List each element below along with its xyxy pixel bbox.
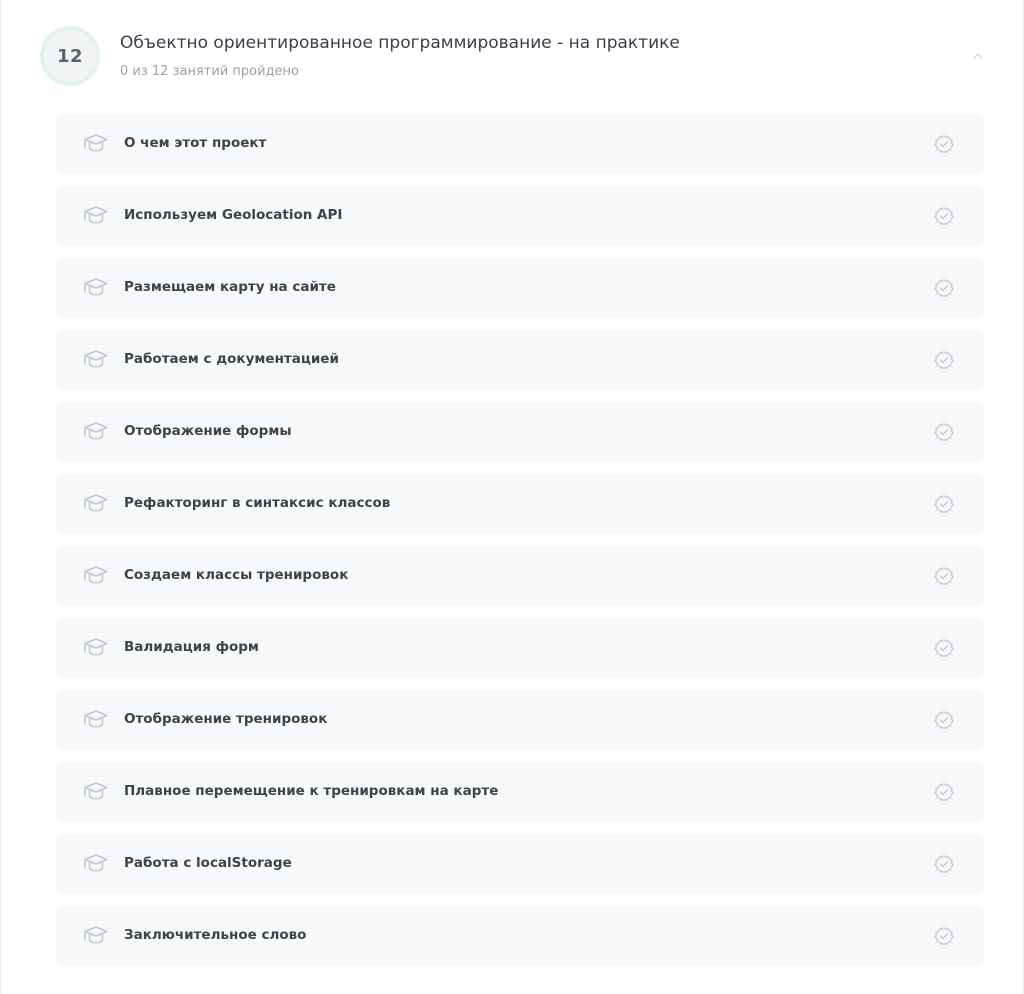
lesson-title: Используем Geolocation API xyxy=(124,207,343,223)
lesson-item[interactable]: Плавное перемещение к тренировкам на кар… xyxy=(56,762,984,822)
lesson-item[interactable]: Создаем классы тренировок xyxy=(56,546,984,606)
badge-check-icon xyxy=(934,206,954,226)
lesson-item[interactable]: Рефакторинг в синтаксис классов xyxy=(56,474,984,534)
lesson-title: Заключительное слово xyxy=(124,927,307,943)
lesson-title: Плавное перемещение к тренировкам на кар… xyxy=(124,783,499,799)
badge-check-icon xyxy=(934,782,954,802)
graduation-cap-icon xyxy=(84,206,108,224)
lesson-title: Отображение тренировок xyxy=(124,711,328,727)
lesson-list: О чем этот проект Используем Geolocation… xyxy=(56,114,984,978)
badge-check-icon xyxy=(934,854,954,874)
lesson-title: О чем этот проект xyxy=(124,135,267,151)
lesson-item[interactable]: О чем этот проект xyxy=(56,114,984,174)
lesson-item[interactable]: Размещаем карту на сайте xyxy=(56,258,984,318)
chevron-up-icon xyxy=(973,53,983,59)
module-title: Объектно ориентированное программировани… xyxy=(120,33,680,53)
lesson-item[interactable]: Отображение тренировок xyxy=(56,690,984,750)
badge-check-icon xyxy=(934,422,954,442)
lesson-item[interactable]: Отображение формы xyxy=(56,402,984,462)
lesson-item[interactable]: Заключительное слово xyxy=(56,906,984,966)
lesson-item[interactable]: Работаем с документацией xyxy=(56,330,984,390)
badge-check-icon xyxy=(934,566,954,586)
lesson-title: Отображение формы xyxy=(124,423,292,439)
course-module: 12 Объектно ориентированное программиров… xyxy=(0,0,1024,994)
graduation-cap-icon xyxy=(84,134,108,152)
lesson-count: 12 xyxy=(56,45,84,67)
badge-check-icon xyxy=(934,134,954,154)
graduation-cap-icon xyxy=(84,926,108,944)
lesson-title: Размещаем карту на сайте xyxy=(124,279,336,295)
lesson-item[interactable]: Работа с localStorage xyxy=(56,834,984,894)
graduation-cap-icon xyxy=(84,566,108,584)
lesson-title: Валидация форм xyxy=(124,639,259,655)
badge-check-icon xyxy=(934,638,954,658)
lesson-title: Работа с localStorage xyxy=(124,855,292,871)
module-progress: 0 из 12 занятий пройдено xyxy=(120,64,299,79)
graduation-cap-icon xyxy=(84,494,108,512)
collapse-toggle-button[interactable] xyxy=(967,45,989,67)
lesson-count-badge: 12 xyxy=(40,26,100,86)
graduation-cap-icon xyxy=(84,350,108,368)
graduation-cap-icon xyxy=(84,638,108,656)
graduation-cap-icon xyxy=(84,782,108,800)
module-header[interactable]: 12 Объектно ориентированное программиров… xyxy=(1,0,1023,114)
badge-check-icon xyxy=(934,710,954,730)
lesson-title: Создаем классы тренировок xyxy=(124,567,349,583)
lesson-item[interactable]: Валидация форм xyxy=(56,618,984,678)
lesson-item[interactable]: Используем Geolocation API xyxy=(56,186,984,246)
badge-check-icon xyxy=(934,350,954,370)
graduation-cap-icon xyxy=(84,278,108,296)
graduation-cap-icon xyxy=(84,422,108,440)
badge-check-icon xyxy=(934,494,954,514)
lesson-title: Работаем с документацией xyxy=(124,351,339,367)
badge-check-icon xyxy=(934,278,954,298)
graduation-cap-icon xyxy=(84,710,108,728)
graduation-cap-icon xyxy=(84,854,108,872)
lesson-title: Рефакторинг в синтаксис классов xyxy=(124,495,391,511)
badge-check-icon xyxy=(934,926,954,946)
